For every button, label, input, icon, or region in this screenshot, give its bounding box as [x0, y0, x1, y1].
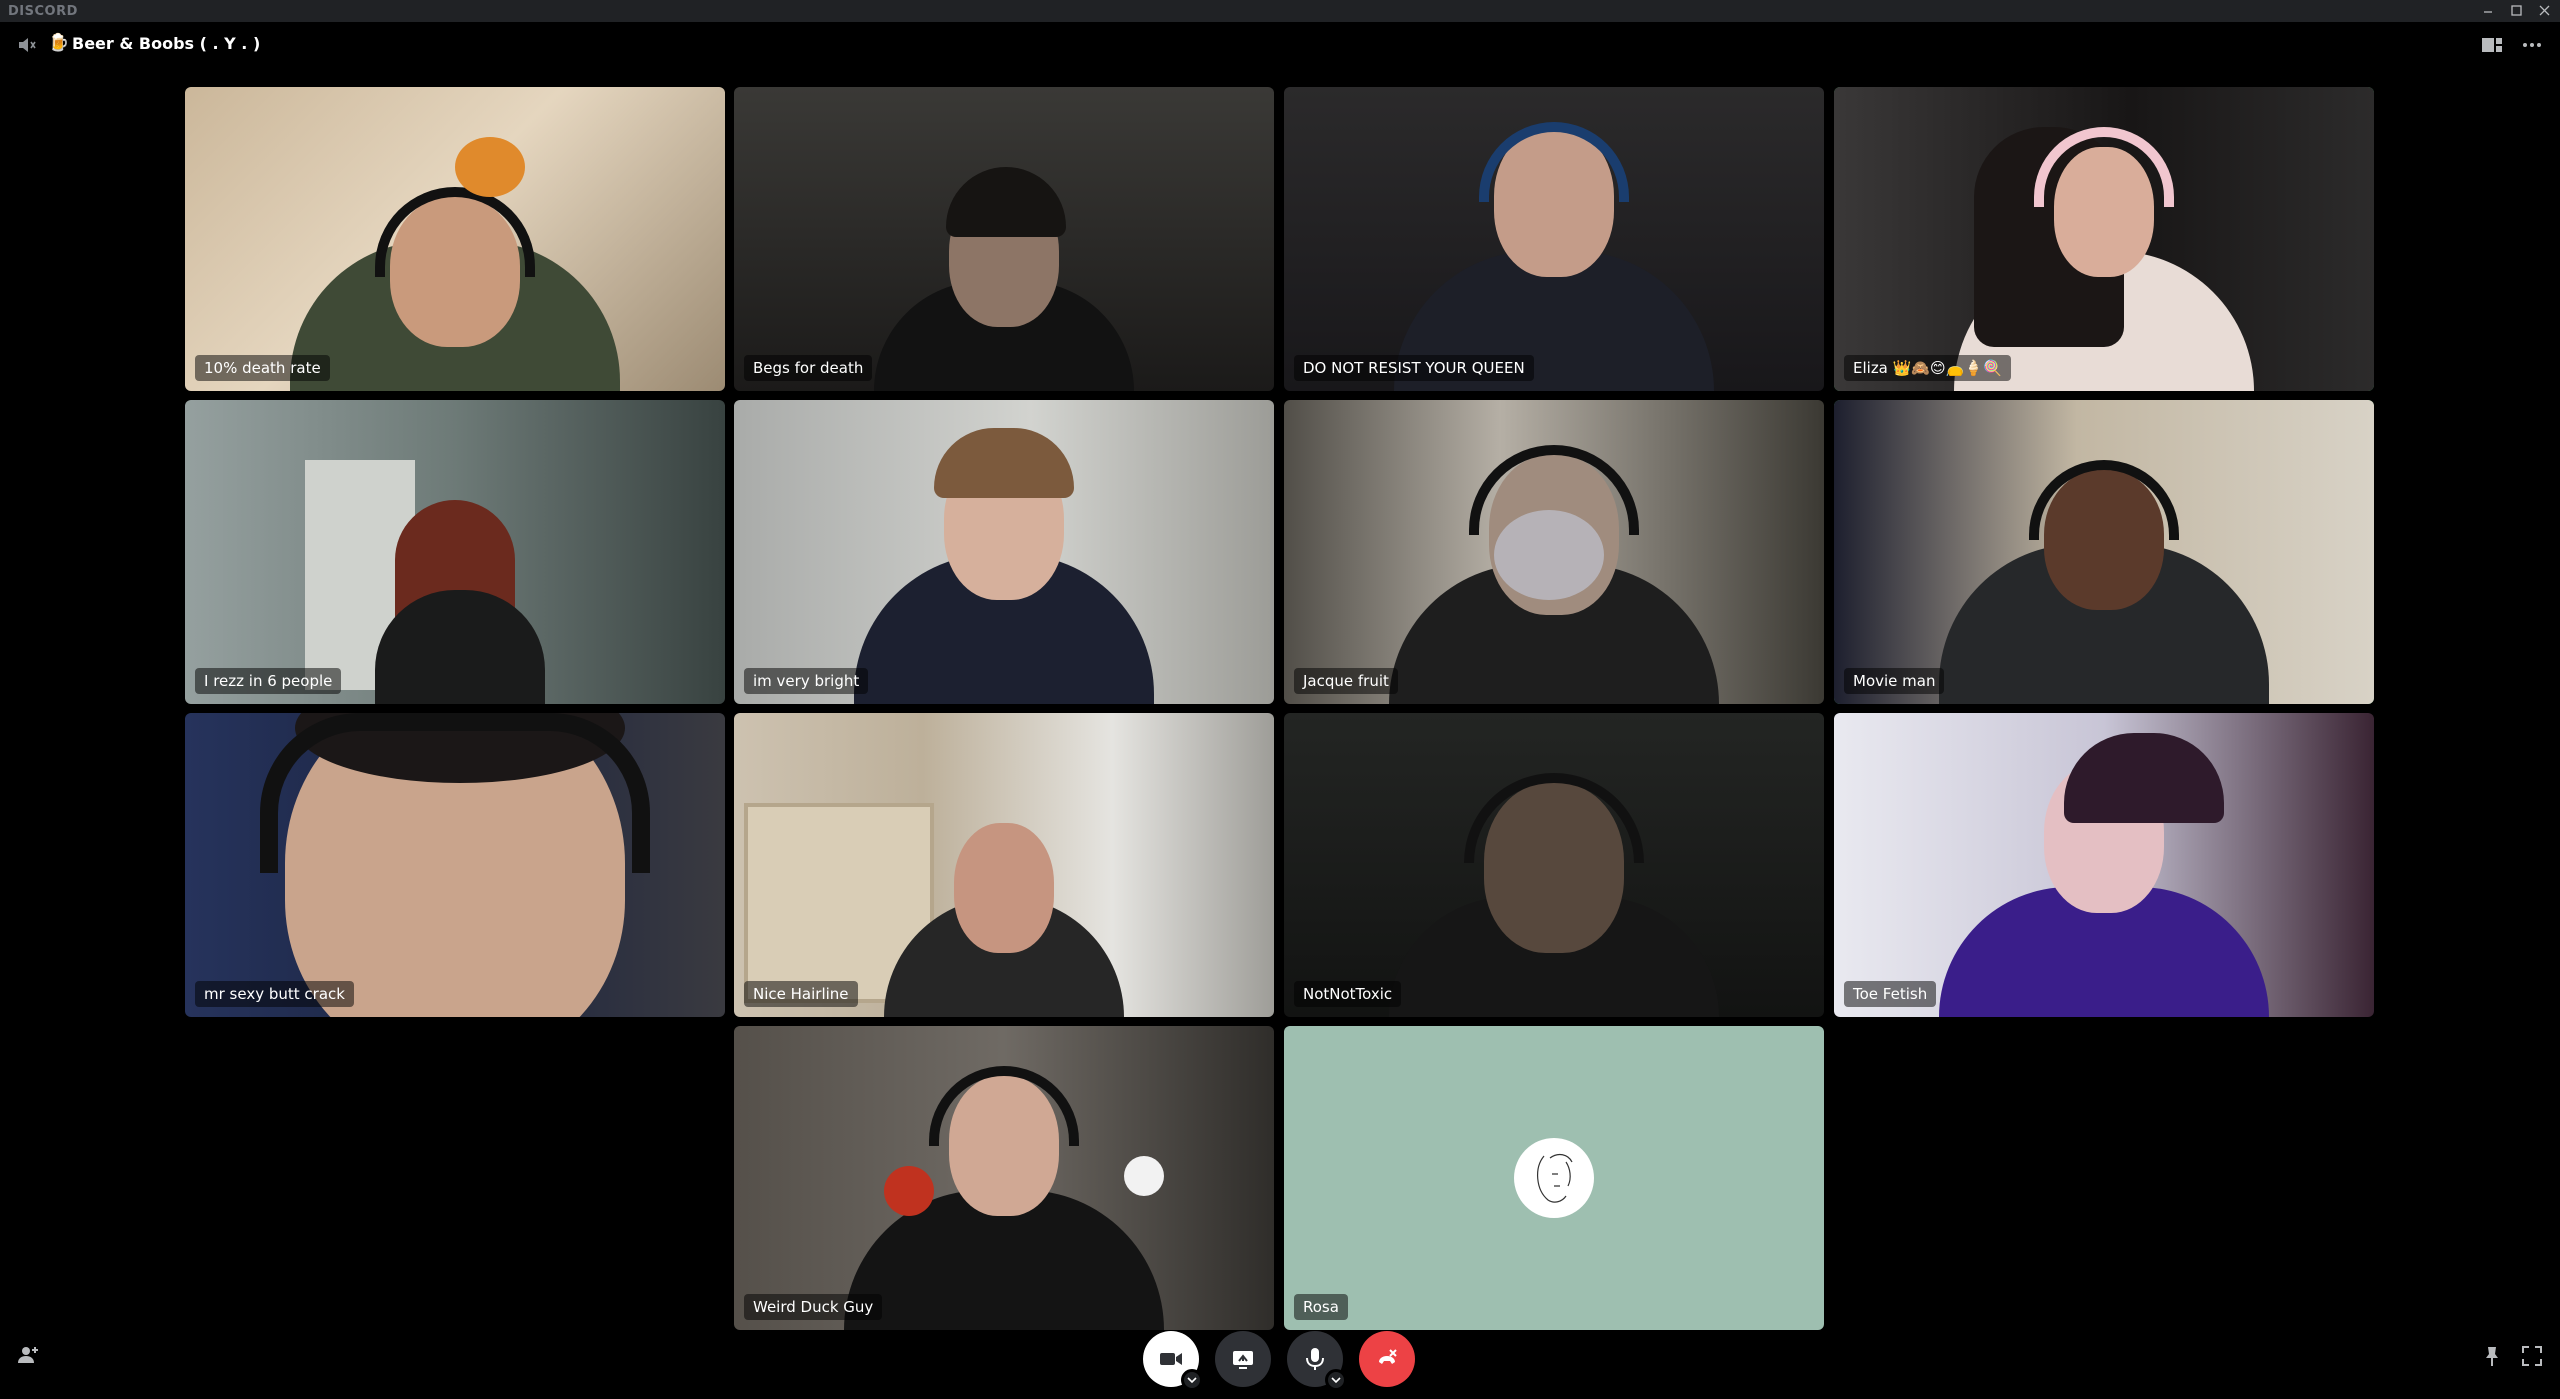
disconnect-icon [1379, 1349, 1397, 1364]
participant-name: I rezz in 6 people [195, 668, 342, 694]
video-tile[interactable]: Jacque fruit [1284, 400, 1824, 704]
participant-name: mr sexy butt crack [195, 981, 354, 1007]
participant-name: Eliza 👑🙈😊👝🍦🍭 [1844, 355, 2011, 381]
microphone-button[interactable] [1287, 1331, 1347, 1391]
video-tile[interactable]: Begs for death [734, 87, 1274, 391]
chevron-down-icon [1331, 1377, 1341, 1384]
video-tile[interactable]: Toe Fetish [1834, 713, 2374, 1017]
participant-name: DO NOT RESIST YOUR QUEEN [1294, 355, 1534, 381]
fullscreen-icon[interactable] [2520, 1344, 2544, 1368]
video-tile-speaking[interactable]: Movie man [1834, 400, 2374, 704]
screen-share-icon [1233, 1351, 1253, 1369]
video-tile[interactable]: Weird Duck Guy [734, 1026, 1274, 1330]
participant-name: Weird Duck Guy [744, 1294, 883, 1320]
participant-name: Begs for death [744, 355, 873, 381]
video-tile[interactable]: I rezz in 6 people [185, 400, 725, 704]
pin-icon[interactable] [2480, 1344, 2504, 1368]
camera-options-chevron[interactable] [1181, 1369, 1203, 1391]
participant-name: 10% death rate [195, 355, 330, 381]
add-user-icon[interactable] [16, 1343, 40, 1367]
video-tile-speaking[interactable]: Eliza 👑🙈😊👝🍦🍭 [1834, 87, 2374, 391]
screen-share-button[interactable] [1215, 1331, 1271, 1387]
video-grid: 10% death rate Begs for death DO NOT RES… [0, 0, 2560, 1399]
video-tile[interactable]: DO NOT RESIST YOUR QUEEN [1284, 87, 1824, 391]
video-tile[interactable]: im very bright [734, 400, 1274, 704]
camera-icon [1160, 1353, 1182, 1365]
participant-name: NotNotToxic [1294, 981, 1402, 1007]
video-tile[interactable]: NotNotToxic [1284, 713, 1824, 1017]
participant-name: Toe Fetish [1844, 981, 1937, 1007]
video-tile[interactable]: 10% death rate [185, 87, 725, 391]
participant-name: Jacque fruit [1294, 668, 1398, 694]
video-tile[interactable]: Nice Hairline [734, 713, 1274, 1017]
participant-name: im very bright [744, 668, 869, 694]
participant-name: Movie man [1844, 668, 1945, 694]
microphone-icon [1306, 1348, 1324, 1370]
video-tile-no-camera[interactable]: Rosa [1284, 1026, 1824, 1330]
video-tile[interactable]: mr sexy butt crack [185, 713, 725, 1017]
microphone-options-chevron[interactable] [1325, 1369, 1347, 1391]
chevron-down-icon [1187, 1377, 1197, 1384]
participant-name: Rosa [1294, 1294, 1348, 1320]
avatar [1514, 1138, 1594, 1218]
camera-button[interactable] [1143, 1331, 1203, 1391]
disconnect-button[interactable] [1359, 1331, 1415, 1387]
participant-name: Nice Hairline [744, 981, 858, 1007]
